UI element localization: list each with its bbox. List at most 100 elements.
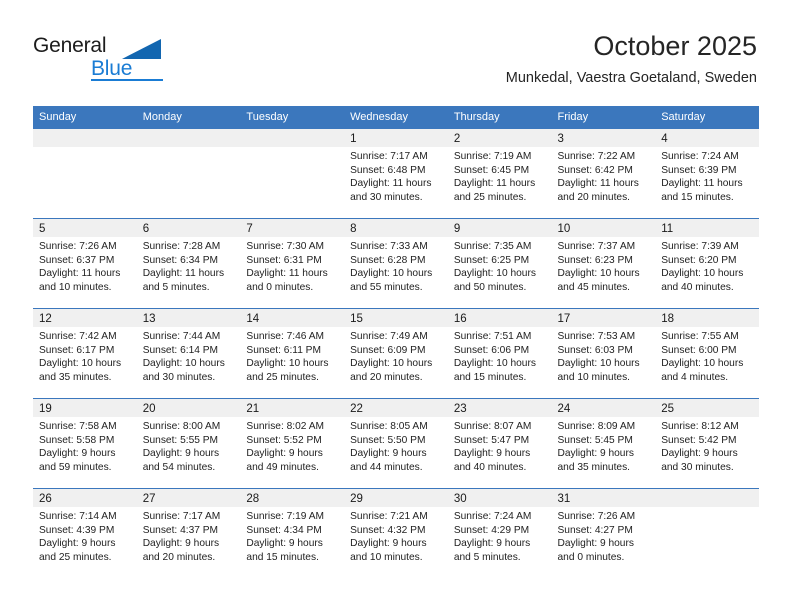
day-cell-inner: 8 Sunrise: 7:33 AM Sunset: 6:28 PM Daylight…: [344, 219, 448, 308]
sunrise-text: Sunrise: 7:44 AM: [142, 331, 221, 342]
day-details: Sunrise: 7:46 AM Sunset: 6:11 PM Daylight:…: [240, 327, 344, 384]
calendar-day-cell-empty: [33, 128, 137, 219]
day-cell-inner: 23 Sunrise: 8:07 AM Sunset: 5:47 PM Dayligh…: [447, 399, 552, 488]
day-cell-inner: 10 Sunrise: 7:37 AM Sunset: 6:23 PM Dayligh…: [551, 219, 656, 308]
sunset-text: Sunset: 6:42 PM: [557, 164, 633, 176]
day-number: 5: [33, 219, 137, 237]
daylight-text: Daylight: 11 hours and 10 minutes.: [39, 268, 121, 293]
day-cell-inner: 7 Sunrise: 7:30 AM Sunset: 6:31 PM Daylight…: [240, 219, 345, 308]
logo-triangle-icon: [122, 39, 161, 59]
day-details: Sunrise: 7:35 AM Sunset: 6:25 PM Daylight:…: [448, 237, 552, 294]
day-number: 8: [344, 219, 448, 237]
calendar-day-cell[interactable]: 17 Sunrise: 7:53 AM Sunset: 6:03 PM Dayligh…: [551, 308, 656, 399]
day-details: Sunrise: 7:55 AM Sunset: 6:00 PM Daylight:…: [655, 327, 759, 384]
calendar-day-cell[interactable]: 22 Sunrise: 8:05 AM Sunset: 5:50 PM Dayligh…: [344, 398, 448, 489]
daylight-text: Daylight: 9 hours and 25 minutes.: [39, 538, 116, 563]
calendar-day-cell[interactable]: 29 Sunrise: 7:21 AM Sunset: 4:32 PM Dayligh…: [344, 488, 448, 578]
sunset-text: Sunset: 5:52 PM: [246, 434, 322, 446]
day-details: Sunrise: 7:26 AM Sunset: 4:27 PM Daylight:…: [552, 507, 656, 564]
calendar-week-row: 19 Sunrise: 7:58 AM Sunset: 5:58 PM Dayligh…: [33, 398, 759, 489]
calendar-day-cell[interactable]: 12 Sunrise: 7:42 AM Sunset: 6:17 PM Dayligh…: [33, 308, 137, 399]
day-number: 1: [344, 129, 448, 147]
sunrise-text: Sunrise: 7:22 AM: [557, 151, 636, 162]
calendar-body: 1 Sunrise: 7:17 AM Sunset: 6:48 PM Daylight…: [33, 128, 759, 578]
calendar-day-cell[interactable]: 5 Sunrise: 7:26 AM Sunset: 6:37 PM Daylight…: [33, 218, 137, 309]
calendar-day-cell[interactable]: 21 Sunrise: 8:02 AM Sunset: 5:52 PM Dayligh…: [240, 398, 345, 489]
calendar-day-cell[interactable]: 13 Sunrise: 7:44 AM Sunset: 6:14 PM Dayligh…: [136, 308, 241, 399]
daylight-text: Daylight: 9 hours and 15 minutes.: [246, 538, 323, 563]
daylight-text: Daylight: 9 hours and 30 minutes.: [661, 448, 738, 473]
day-cell-inner: 31 Sunrise: 7:26 AM Sunset: 4:27 PM Dayligh…: [551, 489, 656, 578]
sunset-text: Sunset: 4:32 PM: [350, 524, 426, 536]
daylight-text: Daylight: 11 hours and 25 minutes.: [453, 178, 536, 203]
calendar-day-cell[interactable]: 8 Sunrise: 7:33 AM Sunset: 6:28 PM Daylight…: [344, 218, 448, 309]
day-number: 25: [655, 399, 759, 417]
calendar-day-cell[interactable]: 3 Sunrise: 7:22 AM Sunset: 6:42 PM Daylight…: [551, 128, 656, 219]
day-number: 15: [344, 309, 448, 327]
calendar-day-cell[interactable]: 26 Sunrise: 7:14 AM Sunset: 4:39 PM Dayligh…: [33, 488, 137, 578]
day-details: Sunrise: 7:39 AM Sunset: 6:20 PM Daylight:…: [655, 237, 759, 294]
daylight-text: Daylight: 11 hours and 5 minutes.: [142, 268, 225, 293]
calendar-week-row: 12 Sunrise: 7:42 AM Sunset: 6:17 PM Dayligh…: [33, 308, 759, 399]
day-cell-inner: 12 Sunrise: 7:42 AM Sunset: 6:17 PM Dayligh…: [33, 309, 137, 398]
calendar-day-cell[interactable]: 30 Sunrise: 7:24 AM Sunset: 4:29 PM Dayligh…: [447, 488, 552, 578]
daylight-text: Daylight: 9 hours and 10 minutes.: [350, 538, 427, 563]
day-cell-inner: [655, 489, 759, 578]
calendar-day-cell[interactable]: 7 Sunrise: 7:30 AM Sunset: 6:31 PM Daylight…: [240, 218, 345, 309]
calendar-day-cell[interactable]: 25 Sunrise: 8:12 AM Sunset: 5:42 PM Dayligh…: [655, 398, 759, 489]
daylight-text: Daylight: 10 hours and 20 minutes.: [350, 358, 433, 383]
calendar-day-cell[interactable]: 20 Sunrise: 8:00 AM Sunset: 5:55 PM Dayligh…: [136, 398, 241, 489]
sunrise-text: Sunrise: 8:05 AM: [350, 421, 428, 432]
sunrise-text: Sunrise: 7:51 AM: [453, 331, 532, 342]
sunrise-text: Sunrise: 7:49 AM: [350, 331, 428, 342]
day-number: 3: [551, 129, 656, 147]
calendar-day-cell[interactable]: 27 Sunrise: 7:17 AM Sunset: 4:37 PM Dayligh…: [136, 488, 241, 578]
day-details: Sunrise: 7:51 AM Sunset: 6:06 PM Daylight:…: [448, 327, 552, 384]
day-cell-inner: 26 Sunrise: 7:14 AM Sunset: 4:39 PM Dayligh…: [33, 489, 137, 578]
day-number: 10: [551, 219, 656, 237]
sunrise-sunset-calendar: Sunday Monday Tuesday Wednesday Thursday Frid…: [33, 106, 759, 578]
weekday-header-row: Sunday Monday Tuesday Wednesday Thursday Frid…: [33, 106, 759, 129]
calendar-day-cell[interactable]: 18 Sunrise: 7:55 AM Sunset: 6:00 PM Dayligh…: [655, 308, 759, 399]
sunset-text: Sunset: 6:00 PM: [661, 344, 737, 356]
calendar-day-cell[interactable]: 31 Sunrise: 7:26 AM Sunset: 4:27 PM Dayligh…: [551, 488, 656, 578]
daylight-text: Daylight: 10 hours and 10 minutes.: [557, 358, 640, 383]
sunrise-text: Sunrise: 7:35 AM: [453, 241, 532, 252]
calendar-day-cell-empty: [655, 488, 759, 578]
calendar-day-cell[interactable]: 24 Sunrise: 8:09 AM Sunset: 5:45 PM Dayligh…: [551, 398, 656, 489]
day-cell-inner: 29 Sunrise: 7:21 AM Sunset: 4:32 PM Dayligh…: [344, 489, 448, 578]
calendar-day-cell[interactable]: 1 Sunrise: 7:17 AM Sunset: 6:48 PM Daylight…: [344, 128, 448, 219]
day-details: Sunrise: 8:12 AM Sunset: 5:42 PM Daylight:…: [655, 417, 759, 474]
daylight-text: Daylight: 11 hours and 15 minutes.: [661, 178, 743, 203]
calendar-day-cell[interactable]: 28 Sunrise: 7:19 AM Sunset: 4:34 PM Dayligh…: [240, 488, 345, 578]
calendar-day-cell[interactable]: 15 Sunrise: 7:49 AM Sunset: 6:09 PM Dayligh…: [344, 308, 448, 399]
calendar-day-cell[interactable]: 14 Sunrise: 7:46 AM Sunset: 6:11 PM Dayligh…: [240, 308, 345, 399]
sunset-text: Sunset: 5:42 PM: [661, 434, 737, 446]
day-cell-inner: 24 Sunrise: 8:09 AM Sunset: 5:45 PM Dayligh…: [551, 399, 656, 488]
sunrise-text: Sunrise: 7:14 AM: [39, 511, 117, 522]
sunset-text: Sunset: 6:03 PM: [557, 344, 633, 356]
day-details: Sunrise: 7:49 AM Sunset: 6:09 PM Daylight:…: [344, 327, 448, 384]
calendar-day-cell[interactable]: 9 Sunrise: 7:35 AM Sunset: 6:25 PM Daylight…: [447, 218, 552, 309]
sunrise-text: Sunrise: 7:46 AM: [246, 331, 324, 342]
sunset-text: Sunset: 6:17 PM: [39, 344, 115, 356]
day-number: 6: [136, 219, 241, 237]
title-block: October 2025 Munkedal, Vaestra Goetaland…: [506, 30, 757, 88]
daylight-text: Daylight: 9 hours and 35 minutes.: [557, 448, 634, 473]
calendar-day-cell[interactable]: 23 Sunrise: 8:07 AM Sunset: 5:47 PM Dayligh…: [447, 398, 552, 489]
calendar-day-cell[interactable]: 19 Sunrise: 7:58 AM Sunset: 5:58 PM Dayligh…: [33, 398, 137, 489]
sunrise-text: Sunrise: 7:17 AM: [350, 151, 428, 162]
sunset-text: Sunset: 6:45 PM: [453, 164, 530, 176]
calendar-day-cell[interactable]: 6 Sunrise: 7:28 AM Sunset: 6:34 PM Daylight…: [136, 218, 241, 309]
calendar-day-cell[interactable]: 10 Sunrise: 7:37 AM Sunset: 6:23 PM Dayligh…: [551, 218, 656, 309]
calendar-day-cell[interactable]: 4 Sunrise: 7:24 AM Sunset: 6:39 PM Daylight…: [655, 128, 759, 219]
general-blue-logo[interactable]: General Blue: [33, 34, 163, 88]
sunrise-text: Sunrise: 7:19 AM: [453, 151, 532, 162]
day-cell-inner: 20 Sunrise: 8:00 AM Sunset: 5:55 PM Dayligh…: [136, 399, 241, 488]
sunrise-text: Sunrise: 8:07 AM: [453, 421, 532, 432]
day-number: 2: [447, 129, 552, 147]
calendar-day-cell[interactable]: 11 Sunrise: 7:39 AM Sunset: 6:20 PM Dayligh…: [655, 218, 759, 309]
calendar-day-cell[interactable]: 2 Sunrise: 7:19 AM Sunset: 6:45 PM Daylight…: [447, 128, 552, 219]
calendar-day-cell[interactable]: 16 Sunrise: 7:51 AM Sunset: 6:06 PM Dayligh…: [447, 308, 552, 399]
sunrise-text: Sunrise: 8:09 AM: [557, 421, 636, 432]
